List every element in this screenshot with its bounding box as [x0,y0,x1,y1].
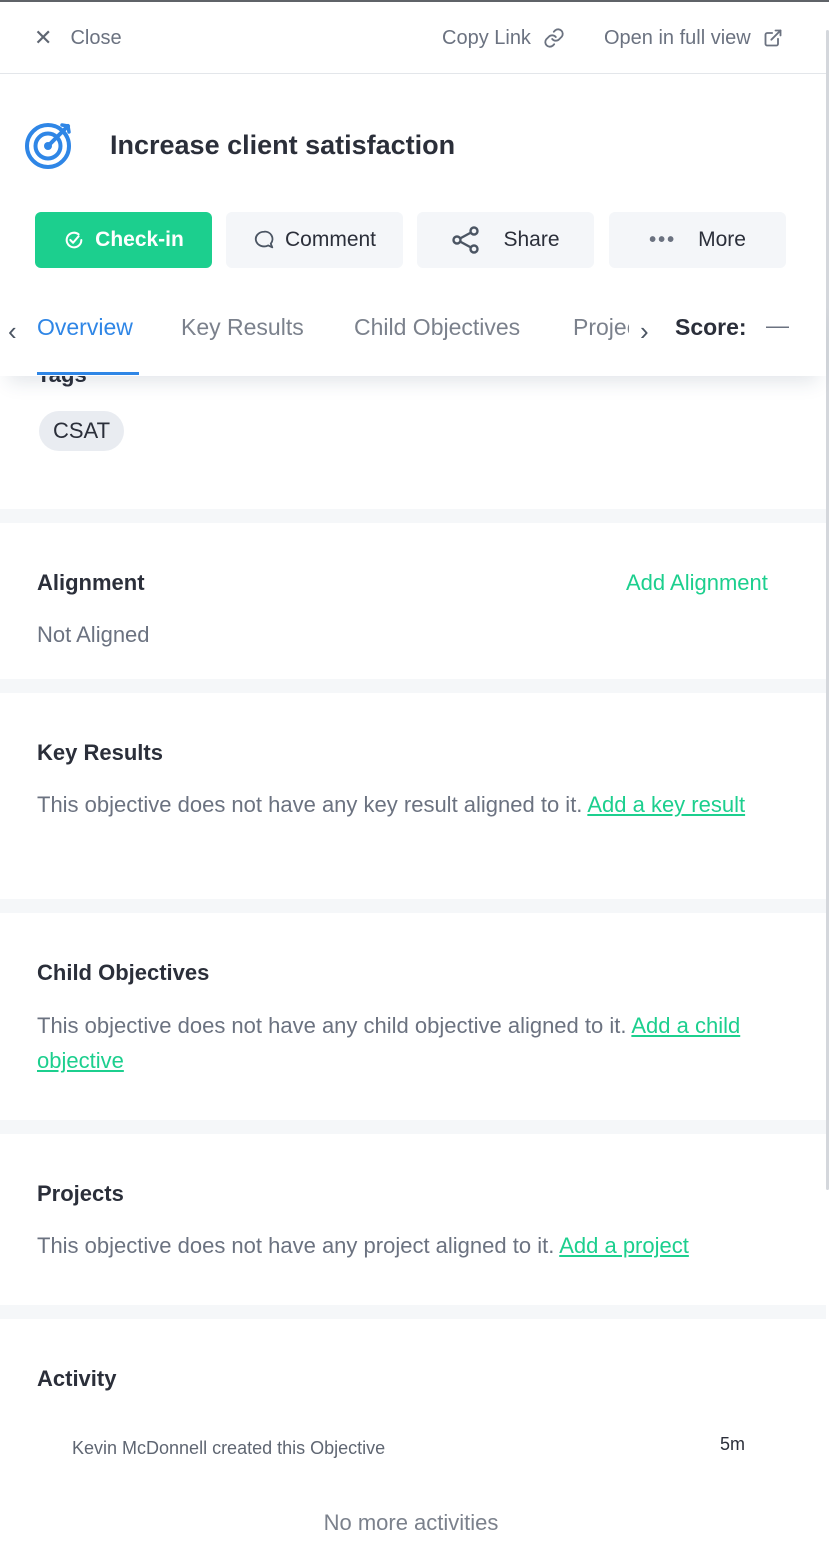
add-key-result-link[interactable]: Add a key result [587,792,745,817]
activity-title: Activity [37,1366,117,1391]
tab-overview[interactable]: Overview [37,314,133,341]
add-project-link[interactable]: Add a project [559,1233,689,1258]
projects-message: This objective does not have any project… [37,1233,555,1258]
score-label: Score: [675,314,747,340]
key-results-title: Key Results [37,740,163,765]
alignment-status: Not Aligned [37,622,150,647]
tab-projects[interactable]: Projects [573,314,629,341]
comment-button[interactable]: Comment [226,212,403,268]
active-tab-indicator [37,372,139,375]
check-in-label: Check-in [95,228,184,251]
close-button[interactable]: ✕ Close [34,2,122,74]
section-divider [0,509,826,523]
external-link-icon [764,29,782,47]
more-label: More [698,228,746,251]
score-value: — [766,312,789,338]
target-icon [25,123,71,169]
open-full-view-button[interactable]: Open in full view [604,2,783,74]
close-icon: ✕ [34,25,53,50]
add-alignment-link[interactable]: Add Alignment [626,570,768,596]
section-divider [0,1305,826,1319]
tab-key-results[interactable]: Key Results [181,314,304,341]
comment-icon [254,230,274,249]
activity-entry-time: 5m [720,1434,746,1454]
tabs-scroll-right-icon[interactable]: › [640,316,649,347]
tabs-bar: ‹ Overview Key Results Child Objectives … [0,296,826,376]
link-icon [544,28,564,48]
close-label: Close [70,26,122,49]
panel-topbar: ✕ Close Copy Link Open in full view [0,2,826,74]
child-objectives-title: Child Objectives [37,960,210,985]
tab-child-objectives[interactable]: Child Objectives [354,314,520,341]
objective-title: Increase client satisfaction [110,130,456,160]
section-divider [0,1120,826,1134]
child-objectives-empty-text: This objective does not have any child o… [37,1008,777,1078]
check-in-icon [65,231,83,249]
tab-projects-label: Projects [573,314,629,340]
projects-empty-text: This objective does not have any project… [37,1228,777,1263]
no-more-activities: No more activities [323,1510,499,1535]
child-objectives-message: This objective does not have any child o… [37,1013,627,1038]
share-label: Share [503,228,560,251]
section-divider [0,899,826,913]
more-dots-icon: ••• [649,228,677,251]
projects-title: Projects [37,1181,124,1206]
key-results-message: This objective does not have any key res… [37,792,583,817]
alignment-title: Alignment [37,570,145,595]
copy-link-label: Copy Link [442,26,531,49]
share-icon [452,226,480,254]
section-divider [0,679,826,693]
share-button[interactable]: Share [417,212,594,268]
activity-entry-text: Kevin McDonnell created this Objective [72,1438,386,1458]
copy-link-button[interactable]: Copy Link [442,2,565,74]
open-full-view-label: Open in full view [604,26,751,49]
more-button[interactable]: ••• More [609,212,786,268]
comment-label: Comment [284,228,377,251]
check-in-button[interactable]: Check-in [35,212,212,268]
key-results-empty-text: This objective does not have any key res… [37,787,777,822]
tabs-scroll-left-icon[interactable]: ‹ [8,316,17,347]
tag-chip[interactable]: CSAT [39,411,125,451]
